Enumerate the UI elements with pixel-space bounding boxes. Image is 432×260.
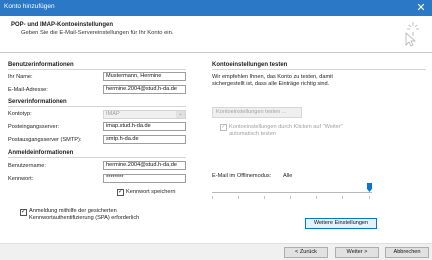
title-bar: Konto hinzufügen ✕ xyxy=(0,0,432,16)
section-underline xyxy=(8,106,186,107)
server-info-heading: Serverinformationen xyxy=(8,99,67,105)
slider-tick xyxy=(238,196,239,199)
slider-tick xyxy=(369,196,370,199)
outgoing-server-field[interactable]: smtp.h-da.de xyxy=(103,135,186,144)
incoming-server-field[interactable]: imap.stud.h-da.de xyxy=(103,122,186,131)
auto-test-label-line2: automatisch testen xyxy=(229,131,276,137)
test-description-line1: Wir empfehlen Ihnen, das Konto zu testen… xyxy=(212,74,333,80)
account-type-label: Kontotyp: xyxy=(8,111,32,117)
next-button[interactable]: Weiter > xyxy=(335,247,379,258)
auto-test-checkbox[interactable]: ✓ xyxy=(220,124,227,131)
password-field[interactable]: ******** xyxy=(103,174,186,183)
slider-tick xyxy=(290,196,291,199)
incoming-server-label: Posteingangsserver: xyxy=(8,124,59,130)
window-title: Konto hinzufügen xyxy=(4,3,55,10)
offline-mode-label: E-Mail im Offlinemodus: xyxy=(212,173,272,179)
header-separator xyxy=(0,52,432,53)
test-account-button[interactable]: Kontoeinstellungen testen ... xyxy=(212,107,302,118)
spa-checkbox[interactable]: ✓ xyxy=(20,209,27,216)
header-subtitle: Geben Sie die E-Mail-Servereinstellungen… xyxy=(21,30,174,36)
account-type-select: IMAP ⌄ xyxy=(103,110,186,119)
wizard-cursor-icon xyxy=(405,22,419,47)
account-type-value: IMAP xyxy=(106,111,120,117)
close-icon[interactable]: ✕ xyxy=(414,1,428,15)
back-button[interactable]: < Zurück xyxy=(284,247,328,258)
dialog-header: POP- und IMAP-Kontoeinstellungen Geben S… xyxy=(0,16,432,52)
test-settings-heading: Kontoeinstellungen testen xyxy=(212,62,288,68)
offline-slider-thumb[interactable] xyxy=(367,183,372,192)
spa-label-line1: Anmeldung mithilfe der gesicherten xyxy=(29,208,117,214)
section-underline xyxy=(212,69,426,70)
password-label: Kennwort: xyxy=(8,176,34,182)
name-field[interactable]: Mustermann, Hermine xyxy=(103,72,186,81)
username-field[interactable]: hermine.2004@stud.h-da.de xyxy=(103,161,186,170)
email-label: E-Mail-Adresse: xyxy=(8,87,48,93)
login-info-heading: Anmeldeinformationen xyxy=(8,150,74,156)
test-description-line2: sichergestellt ist, dass alle Einträge r… xyxy=(212,81,330,87)
user-info-heading: Benutzerinformationen xyxy=(8,62,74,68)
outgoing-server-label: Postausgangsserver (SMTP): xyxy=(8,137,82,143)
spa-label-line2: Kennwortauthentifizierung (SPA) erforder… xyxy=(29,215,140,221)
header-title: POP- und IMAP-Kontoeinstellungen xyxy=(11,22,113,28)
slider-tick xyxy=(212,196,213,199)
offline-mode-value: Alle xyxy=(283,173,293,179)
offline-slider-track[interactable] xyxy=(212,192,372,193)
dialog-footer: < Zurück Weiter > Abbrechen xyxy=(0,244,432,260)
remember-password-label: Kennwort speichern xyxy=(126,189,176,195)
name-label: Ihr Name: xyxy=(8,74,33,80)
auto-test-label-line1: Kontoeinstellungen durch Klicken auf "We… xyxy=(229,124,343,130)
email-field[interactable]: hermine.2004@stud.h-da.de xyxy=(103,85,186,94)
username-label: Benutzername: xyxy=(8,163,46,169)
section-underline xyxy=(8,69,186,70)
slider-tick xyxy=(342,196,343,199)
slider-tick xyxy=(264,196,265,199)
cancel-button[interactable]: Abbrechen xyxy=(385,247,429,258)
chevron-down-icon: ⌄ xyxy=(176,111,185,118)
remember-password-checkbox[interactable]: ✓ xyxy=(117,189,124,196)
more-settings-button[interactable]: Weitere Einstellungen xyxy=(305,218,377,229)
slider-tick xyxy=(316,196,317,199)
section-underline xyxy=(8,157,186,158)
